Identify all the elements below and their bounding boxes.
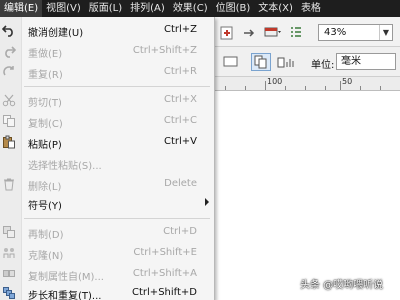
submenu-arrow-icon [205,198,209,206]
ruler-tick [265,81,266,90]
units-label: 单位: [311,60,335,71]
menu-item-paste-special[interactable]: 选择性粘贴(S)... [0,153,214,173]
ruler-tick [245,86,246,90]
menu-table[interactable]: 表格 [297,0,325,17]
menu-item-shortcut: Ctrl+C [163,115,197,126]
all-pages-icon[interactable] [251,53,271,71]
landscape-page-icon[interactable] [223,55,239,69]
menu-item-repeat[interactable]: 重复(R) Ctrl+R [0,62,214,82]
zoom-level-value: 43% [324,27,347,38]
menu-item-shortcut: Ctrl+Z [163,24,197,35]
clone-icon [3,248,15,258]
ruler-label: 50 [342,77,353,86]
ruler-tick [225,86,226,90]
ruler-label: 100 [267,77,283,86]
menu-bitmaps[interactable]: 位图(B) [212,0,255,17]
menu-effects[interactable]: 效果(C) [169,0,212,17]
menu-item-label: 再制(D) [28,230,64,241]
menu-item-undo[interactable]: 撤消创建(U) Ctrl+Z [0,20,214,40]
chevron-down-icon[interactable]: ▼ [379,25,392,40]
menu-item-label: 步长和重复(T)... [28,291,102,300]
menu-item-shortcut: Delete [164,178,197,189]
menu-item-redo[interactable]: 重做(E) Ctrl+Shift+Z [0,41,214,61]
ruler-tick [285,86,286,90]
menu-arrange[interactable]: 排列(A) [126,0,169,17]
horizontal-ruler[interactable]: 100 50 [215,77,400,91]
menu-item-label: 选择性粘贴(S)... [28,161,102,172]
menu-item-label: 符号(Y) [28,201,62,212]
redo-icon [5,46,16,58]
export-arrow-icon[interactable] [241,25,257,41]
application-launcher-icon[interactable] [263,25,283,41]
drawing-canvas[interactable] [215,91,400,300]
menu-view[interactable]: 视图(V) [42,0,85,17]
repeat-icon [3,66,14,76]
menu-item-clone[interactable]: 克隆(N) Ctrl+Shift+E [0,243,214,263]
menu-separator [24,86,210,87]
standard-toolbar: 43% ▼ [215,17,400,47]
menu-item-delete[interactable]: 删除(L) Delete [0,174,214,194]
menu-item-step-and-repeat[interactable]: 步长和重复(T)... Ctrl+Shift+D [0,283,214,300]
menu-item-label: 克隆(N) [28,251,64,262]
menu-item-shortcut: Ctrl+R [163,66,197,77]
menu-item-label: 复制(C) [28,119,63,130]
menu-item-shortcut: Ctrl+Shift+A [132,268,197,279]
edit-menu: 撤消创建(U) Ctrl+Z 重做(E) Ctrl+Shift+Z 重复(R) … [0,17,215,300]
ruler-tick [305,86,306,90]
import-icon[interactable] [219,25,235,41]
ruler-tick [380,86,381,90]
menu-item-shortcut: Ctrl+Shift+D [132,287,197,298]
units-select[interactable]: 毫米 [336,53,396,70]
menu-separator [24,218,210,219]
ruler-tick [360,86,361,90]
trash-icon [4,178,14,191]
menu-layout[interactable]: 版面(L) [85,0,126,17]
current-page-icon[interactable] [277,55,295,69]
menu-item-label: 粘贴(P) [28,140,62,151]
menu-text[interactable]: 文本(X) [254,0,297,17]
scissors-icon [2,94,16,107]
menu-item-shortcut: Ctrl+Shift+E [133,247,197,258]
menu-item-paste[interactable]: 粘贴(P) Ctrl+V [0,132,214,152]
menu-item-shortcut: Ctrl+X [163,94,197,105]
menu-item-label: 重复(R) [28,70,63,81]
menu-bar: 编辑(E) 视图(V) 版面(L) 排列(A) 效果(C) 位图(B) 文本(X… [0,0,400,17]
options-icon[interactable] [289,25,303,41]
menu-item-shortcut: Ctrl+V [163,136,197,147]
menu-item-label: 撤消创建(U) [28,28,84,39]
menu-item-cut[interactable]: 剪切(T) Ctrl+X [0,90,214,110]
menu-item-label: 剪切(T) [28,98,62,109]
menu-item-label: 删除(L) [28,182,62,193]
menu-item-shortcut: Ctrl+D [163,226,197,237]
undo-icon [2,25,13,37]
menu-item-symbol[interactable]: 符号(Y) [0,193,214,213]
paste-icon [3,135,15,149]
menu-item-shortcut: Ctrl+Shift+Z [132,45,197,56]
menu-item-label: 重做(E) [28,49,63,60]
watermark: 头条 @哎哟喂听说 [300,280,384,291]
duplicate-icon [3,226,15,238]
property-bar: 单位: 毫米 [215,47,400,77]
ruler-tick [340,81,341,90]
copy-icon [3,115,15,127]
step-repeat-icon [3,287,15,299]
menu-item-copy[interactable]: 复制(C) Ctrl+C [0,111,214,131]
zoom-level-select[interactable]: 43% ▼ [318,24,393,41]
menu-item-duplicate[interactable]: 再制(D) Ctrl+D [0,222,214,242]
menu-edit[interactable]: 编辑(E) [0,0,43,17]
ruler-tick [325,86,326,90]
copy-properties-icon [3,270,15,277]
menu-item-label: 复制属性自(M)... [28,272,104,283]
menu-item-copy-properties[interactable]: 复制属性自(M)... Ctrl+Shift+A [0,264,214,284]
